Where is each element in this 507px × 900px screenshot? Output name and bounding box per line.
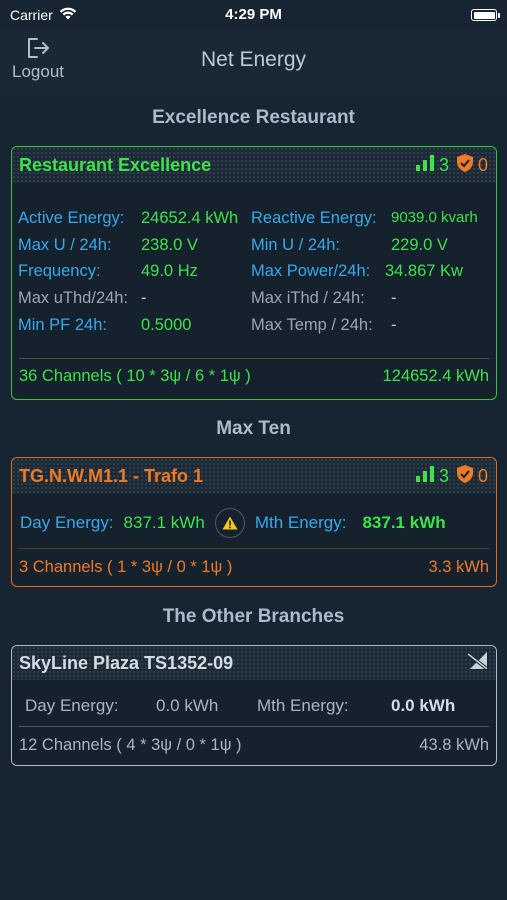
metric-label: Max uThd/24h: xyxy=(18,289,129,308)
alert-count: 0 xyxy=(477,154,488,175)
alert-count: 0 xyxy=(477,465,488,486)
status-time: 4:29 PM xyxy=(225,6,282,23)
channels-summary: 36 Channels ( 10 * 3ψ / 6 * 1ψ ) xyxy=(19,367,251,385)
metric-row: Min PF 24h: 0.5000 Max Temp / 24h: - xyxy=(18,312,492,339)
section-title: Excellence Restaurant xyxy=(152,107,355,128)
card-footer: 3 Channels ( 1 * 3ψ / 0 * 1ψ ) 3.3 kWh xyxy=(19,548,489,586)
card-footer: 36 Channels ( 10 * 3ψ / 6 * 1ψ ) 124652.… xyxy=(19,358,489,394)
no-signal-icon xyxy=(466,651,488,675)
metric-value: - xyxy=(141,289,147,308)
metric-label: Max U / 24h: xyxy=(18,235,112,254)
signal-count: 3 xyxy=(438,154,449,175)
metric-value: 229.0 V xyxy=(391,235,448,254)
metric-label: Reactive Energy: xyxy=(251,208,377,227)
day-energy-value: 0.0 kWh xyxy=(156,696,219,715)
shield-check-icon xyxy=(456,464,473,488)
energy-row: Day Energy: 0.0 kWh Mth Energy: 0.0 kWh xyxy=(25,688,483,724)
mth-energy-label: Mth Energy: xyxy=(257,696,349,715)
metric-label: Max Temp / 24h: xyxy=(251,316,373,335)
total-energy: 43.8 kWh xyxy=(419,736,489,754)
card-header: Restaurant Excellence 3 0 xyxy=(12,147,496,183)
card-title: Restaurant Excellence xyxy=(19,154,212,175)
mth-energy-label: Mth Energy: xyxy=(254,513,347,532)
metric-label: Max Power/24h: xyxy=(251,262,371,281)
metric-label: Min PF 24h: xyxy=(18,316,107,335)
metric-value: 34.867 Kw xyxy=(385,262,463,281)
signal-count: 3 xyxy=(438,465,449,486)
mth-energy-value: 0.0 kWh xyxy=(391,696,456,715)
metric-value: 0.5000 xyxy=(141,316,192,335)
day-energy-label: Day Energy: xyxy=(20,513,114,532)
metric-label: Frequency: xyxy=(18,262,101,281)
metric-value: 238.0 V xyxy=(141,235,198,254)
status-bar: Carrier 4:29 PM xyxy=(0,0,507,30)
metric-row: Frequency: 49.0 Hz Max Power/24h: 34.867 K… xyxy=(18,259,492,286)
mth-energy-value: 837.1 kWh xyxy=(362,513,446,532)
signal-bars-icon xyxy=(415,154,434,176)
total-energy: 124652.4 kWh xyxy=(382,367,489,385)
metric-row: Active Energy: 24652.4 kWh Reactive Energ… xyxy=(18,205,492,232)
site-card-skyline[interactable]: SkyLine Plaza TS1352-09 Day Energy: 0.0 … xyxy=(11,645,497,766)
signal-bars-icon xyxy=(415,465,434,487)
site-card-trafo[interactable]: TG.N.W.M1.1 - Trafo 1 3 0 Day Energy: 83… xyxy=(11,457,497,587)
day-energy-label: Day Energy: xyxy=(25,696,119,715)
card-header: TG.N.W.M1.1 - Trafo 1 3 0 xyxy=(12,458,496,494)
metric-label: Max iThd / 24h: xyxy=(251,289,365,308)
metrics-grid: Active Energy: 24652.4 kWh Reactive Energ… xyxy=(18,205,492,339)
battery-icon xyxy=(471,9,500,21)
page-title: Net Energy xyxy=(200,48,307,71)
warning-icon[interactable] xyxy=(214,508,245,538)
channels-summary: 3 Channels ( 1 * 3ψ / 0 * 1ψ ) xyxy=(19,558,233,576)
card-title: TG.N.W.M1.1 - Trafo 1 xyxy=(19,465,204,486)
energy-row: Day Energy: 837.1 kWh Mth Energy: 837.1 … xyxy=(20,506,488,540)
shield-check-icon xyxy=(456,153,473,177)
metric-value: 9039.0 kvarh xyxy=(391,208,478,226)
metric-value: 24652.4 kWh xyxy=(141,208,239,227)
metric-value: - xyxy=(391,289,397,308)
total-energy: 3.3 kWh xyxy=(428,558,489,576)
channels-summary: 12 Channels ( 4 * 3ψ / 0 * 1ψ ) xyxy=(19,736,242,754)
nav-bar: Logout Net Energy xyxy=(0,30,507,94)
metric-row: Max U / 24h: 238.0 V Min U / 24h: 229.0 V xyxy=(18,232,492,259)
card-title: SkyLine Plaza TS1352-09 xyxy=(19,652,234,673)
site-card-restaurant[interactable]: Restaurant Excellence 3 0 Active Energy:… xyxy=(11,146,497,400)
card-header: SkyLine Plaza TS1352-09 xyxy=(12,646,496,680)
card-footer: 12 Channels ( 4 * 3ψ / 0 * 1ψ ) 43.8 kWh xyxy=(19,726,489,764)
section-title: Max Ten xyxy=(216,418,291,439)
day-energy-value: 837.1 kWh xyxy=(123,513,205,532)
metric-value: - xyxy=(391,316,397,335)
metric-row: Max uThd/24h: - Max iThd / 24h: - xyxy=(18,285,492,312)
metric-value: 49.0 Hz xyxy=(141,262,198,281)
metric-label: Active Energy: xyxy=(18,208,125,227)
metric-label: Min U / 24h: xyxy=(251,235,340,254)
section-title: The Other Branches xyxy=(162,606,345,627)
